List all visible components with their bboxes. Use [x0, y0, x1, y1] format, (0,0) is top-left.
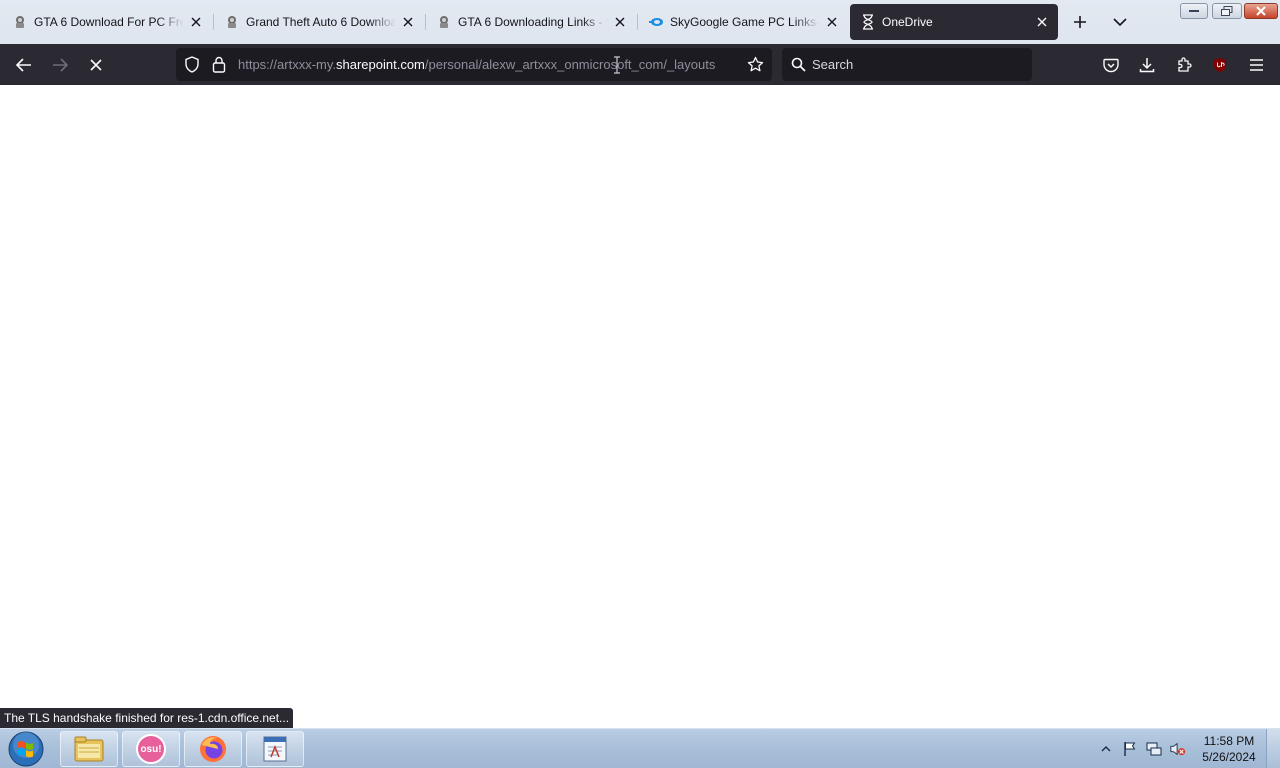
show-hidden-icons-button[interactable] [1098, 741, 1114, 757]
document-icon [262, 735, 288, 763]
search-bar[interactable] [782, 48, 1032, 81]
tab-close-icon[interactable] [824, 14, 840, 30]
start-button[interactable] [4, 730, 48, 768]
list-all-tabs-button[interactable] [1106, 8, 1134, 36]
stop-loading-button[interactable] [81, 50, 111, 80]
tab-gta6-download-pc[interactable]: GTA 6 Download For PC Free [2, 4, 212, 40]
game-site-icon [436, 14, 452, 30]
tab-gta6-download[interactable]: Grand Theft Auto 6 Download [214, 4, 424, 40]
show-desktop-button[interactable] [1266, 729, 1280, 768]
search-icon [791, 57, 806, 72]
osu-label: osu! [140, 743, 162, 755]
extensions-button[interactable] [1169, 50, 1199, 80]
network-icon[interactable] [1146, 741, 1162, 757]
back-button[interactable] [9, 50, 39, 80]
pocket-button[interactable] [1096, 50, 1126, 80]
tab-strip: GTA 6 Download For PC Free Grand Theft A… [0, 0, 1280, 44]
tab-title: Grand Theft Auto 6 Download [246, 15, 396, 29]
lock-icon[interactable] [212, 56, 226, 73]
tab-title: GTA 6 Download For PC Free [34, 15, 184, 29]
hamburger-menu-icon [1249, 59, 1264, 71]
tab-title: OneDrive [882, 15, 933, 29]
clock-date: 5/26/2024 [1202, 750, 1256, 764]
tab-close-icon[interactable] [1034, 14, 1050, 30]
tracking-protection-shield-icon[interactable] [184, 56, 200, 73]
game-site-icon [12, 14, 28, 30]
app-menu-button[interactable] [1241, 50, 1271, 80]
taskbar-document-app[interactable] [246, 731, 304, 767]
pocket-icon [1103, 58, 1119, 73]
tab-close-icon[interactable] [400, 14, 416, 30]
search-input[interactable] [812, 48, 1022, 81]
folder-icon [73, 735, 105, 763]
windows-taskbar: osu! 11:58 PM 5/26/2024 [0, 728, 1280, 768]
bookmark-star-icon[interactable] [747, 56, 764, 73]
tab-onedrive[interactable]: OneDrive [850, 4, 1058, 40]
puzzle-icon [1176, 57, 1192, 73]
windows-logo-icon [8, 731, 44, 767]
hourglass-icon [860, 14, 876, 30]
volume-muted-icon[interactable] [1170, 741, 1186, 757]
taskbar-file-explorer[interactable] [60, 731, 118, 767]
tab-skygoogle[interactable]: SkyGoogle Game PC Links-G [638, 4, 848, 40]
window-close-button[interactable] [1244, 3, 1278, 19]
taskbar-osu[interactable]: osu! [122, 731, 180, 767]
url-text[interactable]: https://artxxx-my.sharepoint.com/persona… [238, 48, 734, 81]
skygoogle-icon [648, 14, 664, 30]
game-site-icon [224, 14, 240, 30]
clock-time: 11:58 PM [1203, 734, 1255, 748]
page-content [0, 85, 1280, 728]
tab-close-icon[interactable] [612, 14, 628, 30]
nav-toolbar: https://artxxx-my.sharepoint.com/persona… [0, 44, 1280, 85]
url-bar[interactable]: https://artxxx-my.sharepoint.com/persona… [176, 48, 772, 81]
downloads-button[interactable] [1132, 50, 1162, 80]
url-prefix: https://artxxx-my. [238, 57, 336, 72]
url-host: sharepoint.com [336, 57, 425, 72]
ublock-origin-icon [1213, 57, 1227, 73]
minimize-button[interactable] [1180, 3, 1208, 19]
tab-close-icon[interactable] [188, 14, 204, 30]
download-icon [1139, 57, 1155, 73]
firefox-icon [198, 734, 228, 764]
tab-title: GTA 6 Downloading Links - S [458, 15, 608, 29]
restore-button[interactable] [1212, 3, 1242, 19]
url-path: /personal/alexw_artxxx_onmicrosoft_com/_… [424, 57, 716, 72]
system-clock[interactable]: 11:58 PM 5/26/2024 [1196, 733, 1262, 765]
tab-title: SkyGoogle Game PC Links-G [670, 15, 820, 29]
text-cursor-icon [613, 56, 621, 74]
tab-gta6-links[interactable]: GTA 6 Downloading Links - S [426, 4, 636, 40]
action-center-flag-icon[interactable] [1122, 741, 1138, 757]
ublock-button[interactable] [1205, 50, 1235, 80]
forward-button[interactable] [45, 50, 75, 80]
status-panel: The TLS handshake finished for res-1.cdn… [0, 708, 294, 729]
new-tab-button[interactable] [1066, 8, 1094, 36]
taskbar-firefox[interactable] [184, 731, 242, 767]
osu-icon: osu! [136, 734, 166, 764]
